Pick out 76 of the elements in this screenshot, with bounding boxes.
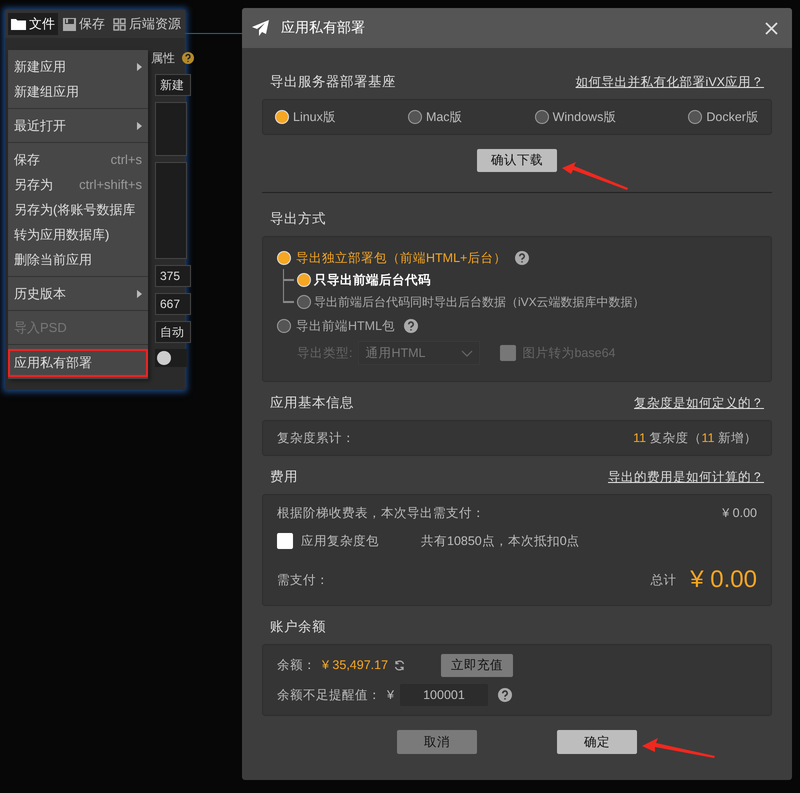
balance-label: 余额： [277, 656, 316, 674]
text-field[interactable]: 自动 [155, 321, 191, 343]
currency-sign: ¥ [387, 688, 394, 702]
checkbox[interactable] [500, 345, 516, 361]
paper-plane-icon [252, 20, 269, 36]
grid-icon [113, 18, 126, 30]
section-heading: 应用基本信息 [270, 394, 354, 412]
help-icon[interactable] [515, 251, 530, 265]
help-link[interactable]: 导出的费用是如何计算的？ [608, 468, 764, 486]
text-field[interactable]: 375 [155, 265, 191, 287]
save-icon [63, 18, 76, 30]
toolbar-button[interactable]: 保存 [60, 13, 108, 35]
section-heading: 费用 [270, 468, 298, 486]
chevron-down-icon [461, 350, 474, 356]
menu-item[interactable]: 删除当前应用 [8, 247, 148, 272]
menu-item[interactable]: 转为应用数据库) [8, 222, 148, 247]
dialog-title: 应用私有部署 [281, 19, 365, 37]
panel-heading: 属性 [151, 50, 175, 66]
section-heading: 账户余额 [270, 618, 326, 636]
complexity-value: 11 复杂度（11 新增） [633, 430, 757, 446]
radio-button[interactable] [408, 110, 422, 124]
complexity-label: 复杂度累计： [277, 430, 355, 446]
total-label: 总计 [650, 572, 676, 588]
dialog-button[interactable]: 确定 [557, 730, 637, 754]
section-heading: 导出方式 [270, 210, 326, 228]
recharge-button[interactable]: 立即充值 [441, 654, 514, 676]
radio-button[interactable] [277, 319, 291, 333]
help-link[interactable]: 如何导出并私有化部署iVX应用？ [576, 74, 764, 90]
caret-icon [137, 290, 142, 298]
menu-item[interactable]: 保存 ctrl+s [8, 147, 148, 172]
radio-label[interactable]: 只导出前端后台代码 [314, 272, 431, 288]
balance-amount: ¥ 35,497.17 [322, 658, 388, 672]
help-icon[interactable] [404, 319, 418, 333]
refresh-icon[interactable] [394, 660, 406, 670]
radio-button[interactable] [297, 295, 311, 309]
folder-icon [11, 18, 26, 30]
menu-item[interactable]: 新建组应用 [8, 79, 148, 104]
checkbox[interactable] [277, 533, 293, 549]
radio-option[interactable]: Linux版 [275, 108, 336, 126]
radio-option[interactable]: Docker版 [688, 108, 759, 126]
help-icon[interactable] [182, 52, 194, 64]
radio-button[interactable] [688, 110, 702, 124]
menu-item[interactable]: 应用私有部署 [8, 349, 148, 377]
help-link[interactable]: 复杂度是如何定义的？ [634, 394, 764, 412]
total-amount: ¥ 0.00 [690, 566, 757, 594]
text-field[interactable]: 667 [155, 293, 191, 315]
download-button[interactable]: 确认下载 [477, 149, 557, 172]
radio-label[interactable]: 导出前端后台代码同时导出后台数据（iVX云端数据库中数据） [314, 294, 645, 310]
dialog-button[interactable]: 取消 [397, 730, 477, 754]
section-heading: 导出服务器部署基座 [270, 73, 396, 91]
menu-item[interactable]: 新建应用 [8, 54, 148, 79]
caret-icon [137, 62, 142, 70]
threshold-input[interactable]: 100001 [400, 684, 488, 706]
radio-button[interactable] [534, 110, 549, 124]
alert-label: 余额不足提醒值： [277, 686, 381, 704]
radio-option[interactable]: Windows版 [534, 108, 616, 126]
close-icon[interactable] [765, 22, 778, 34]
radio-label[interactable]: 导出独立部署包（前端HTML+后台） [296, 250, 506, 266]
menu-item[interactable]: 另存为 ctrl+shift+s [8, 172, 148, 197]
toggle-switch[interactable] [155, 349, 187, 367]
radio-option[interactable]: Mac版 [408, 108, 463, 126]
preview-box [155, 102, 187, 156]
text-field[interactable]: 新建 [155, 74, 191, 96]
toolbar-button[interactable]: 后端资源 [110, 13, 184, 35]
fee-amount: ¥ 0.00 [722, 506, 757, 520]
pay-label: 需支付： [277, 572, 329, 588]
radio-label[interactable]: 导出前端HTML包 [296, 318, 396, 334]
menu-item[interactable]: 历史版本 [8, 281, 148, 306]
toolbar-button[interactable]: 文件 [8, 13, 58, 35]
fee-label: 根据阶梯收费表，本次导出需支付： [277, 504, 485, 522]
menu-item[interactable]: 最近打开 [8, 113, 148, 138]
help-icon[interactable] [498, 688, 512, 702]
menu-item[interactable]: 另存为(将账号数据库 [8, 197, 148, 222]
points-note: 共有10850点，本次抵扣0点 [421, 532, 580, 550]
caret-icon [137, 122, 142, 130]
checkbox-label: 应用复杂度包 [301, 532, 380, 550]
